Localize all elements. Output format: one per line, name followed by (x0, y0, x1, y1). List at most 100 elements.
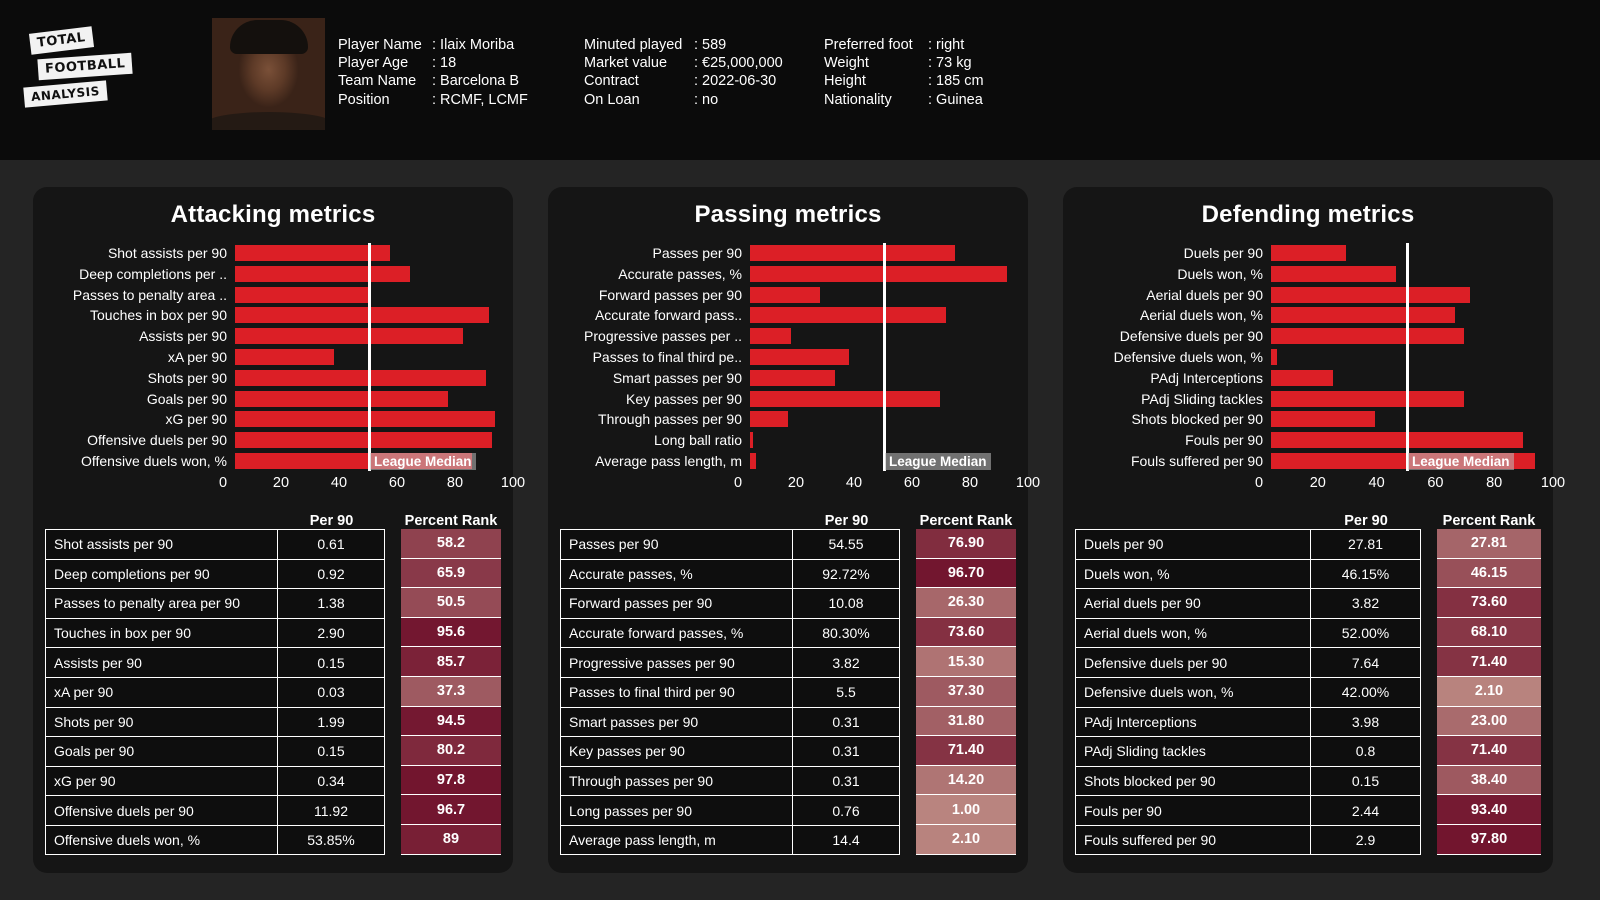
table-cell-metric: Passes to final third per 90 (560, 676, 793, 707)
table-header-per90: Per 90 (309, 512, 354, 529)
table-cell-per90: 7.64 (1311, 647, 1421, 677)
table-cell-per90: 5.5 (793, 676, 900, 707)
table-cell-percent-rank: 37.30 (916, 676, 1016, 707)
table-cell-percent-rank: 71.40 (1437, 736, 1541, 766)
table-cell-percent-rank: 15.30 (916, 647, 1016, 677)
table-row: Defensive duels per 90 7.64 71.40 (1075, 647, 1541, 677)
axis-tick-label: 60 (388, 474, 406, 491)
bar-row: PAdj Sliding tackles (1075, 389, 1541, 409)
table-cell-metric: Key passes per 90 (560, 736, 793, 766)
table-cell-percent-rank: 26.30 (916, 588, 1016, 618)
table-cell-percent-rank: 65.9 (401, 558, 501, 589)
table-row: Aerial duels won, % 52.00% 68.10 (1075, 617, 1541, 648)
table-row: Forward passes per 90 10.08 26.30 (560, 588, 1016, 618)
bar-fill (750, 328, 791, 345)
metrics-table: Per 90 Percent Rank Duels per 90 27.81 27.81… (1075, 505, 1541, 855)
bar-row: Accurate forward pass.. (560, 305, 1016, 325)
table-cell-metric: Fouls per 90 (1075, 795, 1311, 825)
table-row: Smart passes per 90 0.31 31.80 (560, 706, 1016, 737)
bar-row: Smart passes per 90 (560, 368, 1016, 388)
table-header-per90: Per 90 (824, 512, 869, 529)
table-cell-percent-rank: 95.6 (401, 617, 501, 648)
table-header-percent-rank: Percent Rank (404, 512, 498, 529)
player-info-key: Position (338, 91, 390, 108)
table-row: Shot assists per 90 0.61 58.2 (45, 528, 501, 559)
table-cell-percent-rank: 93.40 (1437, 795, 1541, 825)
bar-label: xA per 90 (167, 348, 227, 365)
bar-row: Fouls per 90 (1075, 430, 1541, 450)
table-row: Fouls per 90 2.44 93.40 (1075, 795, 1541, 825)
bar-chart: Duels per 90 Duels won, % Aerial duels per… (1075, 243, 1541, 471)
bar-fill (1271, 369, 1334, 386)
table-cell-percent-rank: 58.2 (401, 528, 501, 559)
player-info-key: Player Name (338, 37, 422, 53)
table-cell-metric: Accurate forward passes, % (560, 617, 793, 648)
axis-tick-label: 80 (961, 474, 979, 491)
table-row: Goals per 90 0.15 80.2 (45, 736, 501, 766)
player-info-column-1: Player Name Player Age Team Name Position :… (338, 36, 584, 109)
table-cell-percent-rank: 85.7 (401, 647, 501, 677)
bar-row: Defensive duels per 90 (1075, 326, 1541, 346)
table-cell-metric: Shots blocked per 90 (1075, 765, 1311, 796)
table-row: PAdj Interceptions 3.98 23.00 (1075, 706, 1541, 737)
table-row: Accurate passes, % 92.72% 96.70 (560, 558, 1016, 589)
table-cell-percent-rank: 71.40 (916, 736, 1016, 766)
table-cell-metric: Offensive duels won, % (45, 824, 278, 855)
bar-fill (1271, 328, 1464, 345)
bar-row: Through passes per 90 (560, 409, 1016, 429)
table-cell-per90: 0.31 (793, 765, 900, 796)
bar-label: xG per 90 (165, 411, 227, 428)
player-info-column-3: Preferred foot Weight Height Nationality : … (824, 36, 1054, 109)
bar-fill (750, 411, 788, 428)
bar-fill (235, 286, 370, 303)
table-cell-per90: 27.81 (1311, 528, 1421, 559)
table-cell-metric: xG per 90 (45, 765, 278, 796)
table-cell-percent-rank: 76.90 (916, 528, 1016, 559)
header-bar: TOTAL FOOTBALL ANALYSIS Player Name Playe… (0, 0, 1600, 160)
table-row: Deep completions per 90 0.92 65.9 (45, 558, 501, 589)
bar-row: Passes to penalty area .. (45, 285, 501, 305)
table-header-per90: Per 90 (1344, 512, 1388, 529)
metrics-table: Per 90 Percent Rank Passes per 90 54.55 76.9… (560, 505, 1016, 855)
player-info-value: : €25,000,000 (694, 55, 783, 72)
player-info-value: : 18 (432, 55, 457, 72)
metrics-panels: Attacking metrics Shot assists per 90 Dee… (0, 160, 1600, 900)
bar-row: Aerial duels won, % (1075, 305, 1541, 325)
axis-tick-label: 40 (1368, 474, 1385, 491)
brand-logo-line-1: TOTAL (28, 26, 94, 55)
bar-fill (1271, 432, 1524, 449)
bar-fill (235, 328, 463, 345)
table-cell-per90: 80.30% (793, 617, 900, 648)
bar-label: Passes to final third pe.. (592, 348, 742, 365)
player-info-key: Market value (584, 55, 668, 72)
table-row: Average pass length, m 14.4 2.10 (560, 824, 1016, 855)
bar-label: Shot assists per 90 (107, 245, 227, 261)
bar-label: Duels per 90 (1183, 245, 1263, 261)
league-median-line (1406, 243, 1409, 471)
bar-label: Long ball ratio (654, 432, 742, 449)
player-info-key: Nationality (824, 91, 892, 108)
table-cell-percent-rank: 73.60 (916, 617, 1016, 648)
player-info-key: Weight (824, 55, 869, 72)
bar-row: Duels won, % (1075, 264, 1541, 284)
table-row: Passes to final third per 90 5.5 37.30 (560, 676, 1016, 707)
axis-tick-label: 20 (1309, 474, 1326, 491)
bar-fill (750, 245, 955, 261)
axis-tick-label: 0 (1254, 474, 1264, 491)
table-cell-percent-rank: 31.80 (916, 706, 1016, 737)
table-cell-per90: 10.08 (793, 588, 900, 618)
bar-label: Defensive duels won, % (1113, 348, 1263, 365)
bar-fill (750, 348, 850, 365)
bar-fill (1271, 411, 1375, 428)
bar-row: Goals per 90 (45, 389, 501, 409)
table-cell-per90: 3.82 (793, 647, 900, 677)
axis-tick-label: 20 (787, 474, 805, 491)
table-cell-metric: Passes to penalty area per 90 (45, 588, 278, 618)
table-row: Duels won, % 46.15% 46.15 (1075, 558, 1541, 589)
table-cell-percent-rank: 37.3 (401, 676, 501, 707)
bar-fill (235, 411, 496, 428)
table-header-row: Per 90 Percent Rank (560, 505, 1016, 529)
metrics-table: Per 90 Percent Rank Shot assists per 90 0.6… (45, 505, 501, 855)
table-row: Through passes per 90 0.31 14.20 (560, 765, 1016, 796)
bar-row: PAdj Interceptions (1075, 368, 1541, 388)
